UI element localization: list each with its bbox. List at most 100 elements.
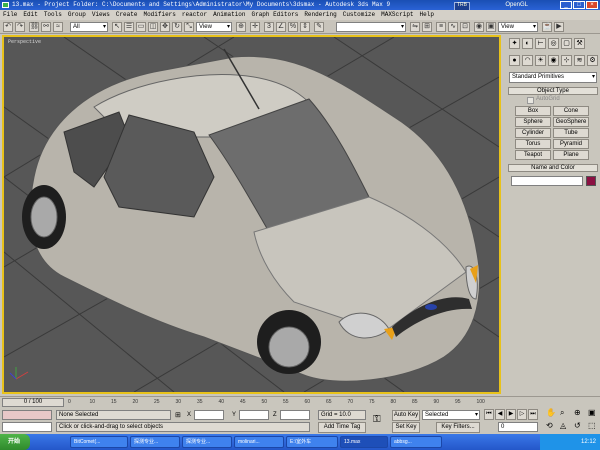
- lock-selection-icon[interactable]: ⊞: [175, 411, 181, 419]
- space-warps-icon[interactable]: ≋: [574, 55, 585, 66]
- select-manipulate-icon[interactable]: ✛: [250, 22, 260, 32]
- tube-button[interactable]: Tube: [553, 128, 589, 138]
- set-key-button[interactable]: Set Key: [392, 422, 420, 433]
- angle-snap-icon[interactable]: ∠: [276, 22, 286, 32]
- maxscript-listener[interactable]: [2, 410, 52, 420]
- select-link-icon[interactable]: ⛓: [29, 22, 39, 32]
- z-coord-input[interactable]: [280, 410, 310, 420]
- modify-tab-icon[interactable]: ◐: [522, 38, 533, 49]
- quick-render-icon[interactable]: ☕: [542, 22, 552, 32]
- pyramid-button[interactable]: Pyramid: [553, 139, 589, 149]
- auto-key-button[interactable]: Auto Key: [392, 410, 420, 421]
- cameras-icon[interactable]: ◉: [548, 55, 559, 66]
- field-of-view-icon[interactable]: ◬: [560, 421, 566, 430]
- menu-item-graph-editors[interactable]: Graph Editors: [249, 10, 302, 20]
- render-last-icon[interactable]: ▶: [554, 22, 564, 32]
- region-zoom-icon[interactable]: ⬚: [588, 421, 596, 430]
- create-tab-icon[interactable]: ✦: [509, 38, 520, 49]
- cylinder-button[interactable]: Cylinder: [515, 128, 551, 138]
- add-time-tag-button[interactable]: Add Time Tag: [318, 422, 366, 433]
- menu-item-animation[interactable]: Animation: [210, 10, 248, 20]
- autogrid-checkbox[interactable]: [527, 97, 534, 104]
- car-model[interactable]: [22, 48, 481, 382]
- y-coord-input[interactable]: [239, 410, 269, 420]
- object-type-header[interactable]: Object Type: [508, 87, 598, 95]
- schematic-view-icon[interactable]: ⊡: [460, 22, 470, 32]
- select-scale-icon[interactable]: ⤡: [184, 22, 194, 32]
- cone-button[interactable]: Cone: [553, 106, 589, 116]
- zoom-all-icon[interactable]: ⊕: [574, 408, 581, 417]
- orbit-icon[interactable]: ⟲: [546, 421, 553, 430]
- window-crossing-icon[interactable]: ◫: [148, 22, 158, 32]
- render-view-select[interactable]: View: [498, 22, 538, 32]
- current-frame-input[interactable]: 0: [498, 422, 538, 432]
- object-name-input[interactable]: [511, 176, 583, 186]
- menu-item-file[interactable]: File: [0, 10, 20, 20]
- hierarchy-tab-icon[interactable]: ⊢: [535, 38, 546, 49]
- reference-coordinate-select[interactable]: View: [196, 22, 232, 32]
- taskbar-item[interactable]: E:\室外车: [286, 436, 338, 448]
- select-move-icon[interactable]: ✥: [160, 22, 170, 32]
- named-selection-set-select[interactable]: [336, 22, 406, 32]
- maximize-button[interactable]: □: [573, 1, 585, 9]
- menu-item-group[interactable]: Group: [65, 10, 89, 20]
- sphere-button[interactable]: Sphere: [515, 117, 551, 127]
- go-start-icon[interactable]: ⏮: [484, 409, 494, 420]
- unlink-icon[interactable]: ⚯: [41, 22, 51, 32]
- redo-icon[interactable]: ↷: [15, 22, 25, 32]
- menu-item-tools[interactable]: Tools: [41, 10, 65, 20]
- rect-selection-icon[interactable]: ▭: [136, 22, 146, 32]
- undo-icon[interactable]: ↶: [3, 22, 13, 32]
- menu-item-rendering[interactable]: Rendering: [301, 10, 339, 20]
- menu-item-modifiers[interactable]: Modifiers: [140, 10, 178, 20]
- menu-item-maxscript[interactable]: MAXScript: [378, 10, 416, 20]
- menu-item-reactor[interactable]: reactor: [179, 10, 210, 20]
- mirror-icon[interactable]: ⇋: [410, 22, 420, 32]
- geometry-icon[interactable]: ●: [509, 55, 520, 66]
- maximize-viewport-icon[interactable]: ▣: [588, 408, 596, 417]
- menu-item-help[interactable]: Help: [417, 10, 437, 20]
- object-color-swatch[interactable]: [586, 176, 596, 186]
- curve-editor-icon[interactable]: ∿: [448, 22, 458, 32]
- plane-button[interactable]: Plane: [553, 150, 589, 160]
- geosphere-button[interactable]: GeoSphere: [553, 117, 589, 127]
- render-setup-icon[interactable]: ▣: [486, 22, 496, 32]
- arc-rotate-icon[interactable]: ↺: [574, 421, 581, 430]
- select-by-name-icon[interactable]: ☰: [124, 22, 134, 32]
- category-select[interactable]: Standard Primitives: [509, 72, 597, 83]
- time-slider[interactable]: 0 / 100: [2, 398, 64, 407]
- zoom-icon[interactable]: ⌕: [560, 408, 564, 418]
- select-rotate-icon[interactable]: ↻: [172, 22, 182, 32]
- name-color-header[interactable]: Name and Color: [508, 164, 598, 172]
- snaps-toggle-icon[interactable]: 3: [264, 22, 274, 32]
- key-set-select[interactable]: Selected: [422, 410, 480, 420]
- shapes-icon[interactable]: ◠: [522, 55, 533, 66]
- bind-space-warp-icon[interactable]: ≈: [53, 22, 63, 32]
- menu-item-create[interactable]: Create: [113, 10, 141, 20]
- selection-filter-select[interactable]: All: [70, 22, 108, 32]
- time-slider-track[interactable]: 0 / 100 0 10 15 20 25 30 35 40 45 50 55 60 65 70 75 80 8…: [0, 396, 600, 408]
- spinner-snap-icon[interactable]: ⇕: [300, 22, 310, 32]
- layer-manager-icon[interactable]: ≡: [436, 22, 446, 32]
- taskbar-item[interactable]: 探测专业...: [182, 436, 232, 448]
- display-tab-icon[interactable]: ▢: [561, 38, 572, 49]
- minimize-button[interactable]: _: [560, 1, 572, 9]
- material-editor-icon[interactable]: ◉: [474, 22, 484, 32]
- close-button[interactable]: ×: [586, 1, 598, 9]
- select-object-icon[interactable]: ↖: [112, 22, 122, 32]
- utilities-tab-icon[interactable]: ⚒: [574, 38, 585, 49]
- taskbar-item[interactable]: abbsg...: [390, 436, 442, 448]
- lights-icon[interactable]: ☀: [535, 55, 546, 66]
- motion-tab-icon[interactable]: ◎: [548, 38, 559, 49]
- key-mode-icon[interactable]: ⚿: [373, 414, 381, 425]
- prev-frame-icon[interactable]: ◀: [495, 409, 505, 420]
- next-frame-icon[interactable]: ▷: [517, 409, 527, 420]
- menu-item-customize[interactable]: Customize: [340, 10, 378, 20]
- systems-icon[interactable]: ⚙: [587, 55, 598, 66]
- start-button[interactable]: 开始: [0, 434, 30, 450]
- percent-snap-icon[interactable]: %: [288, 22, 298, 32]
- helpers-icon[interactable]: ⊹: [561, 55, 572, 66]
- key-filters-button[interactable]: Key Filters...: [436, 422, 480, 433]
- edit-named-sel-icon[interactable]: ✎: [314, 22, 324, 32]
- box-button[interactable]: Box: [515, 106, 551, 116]
